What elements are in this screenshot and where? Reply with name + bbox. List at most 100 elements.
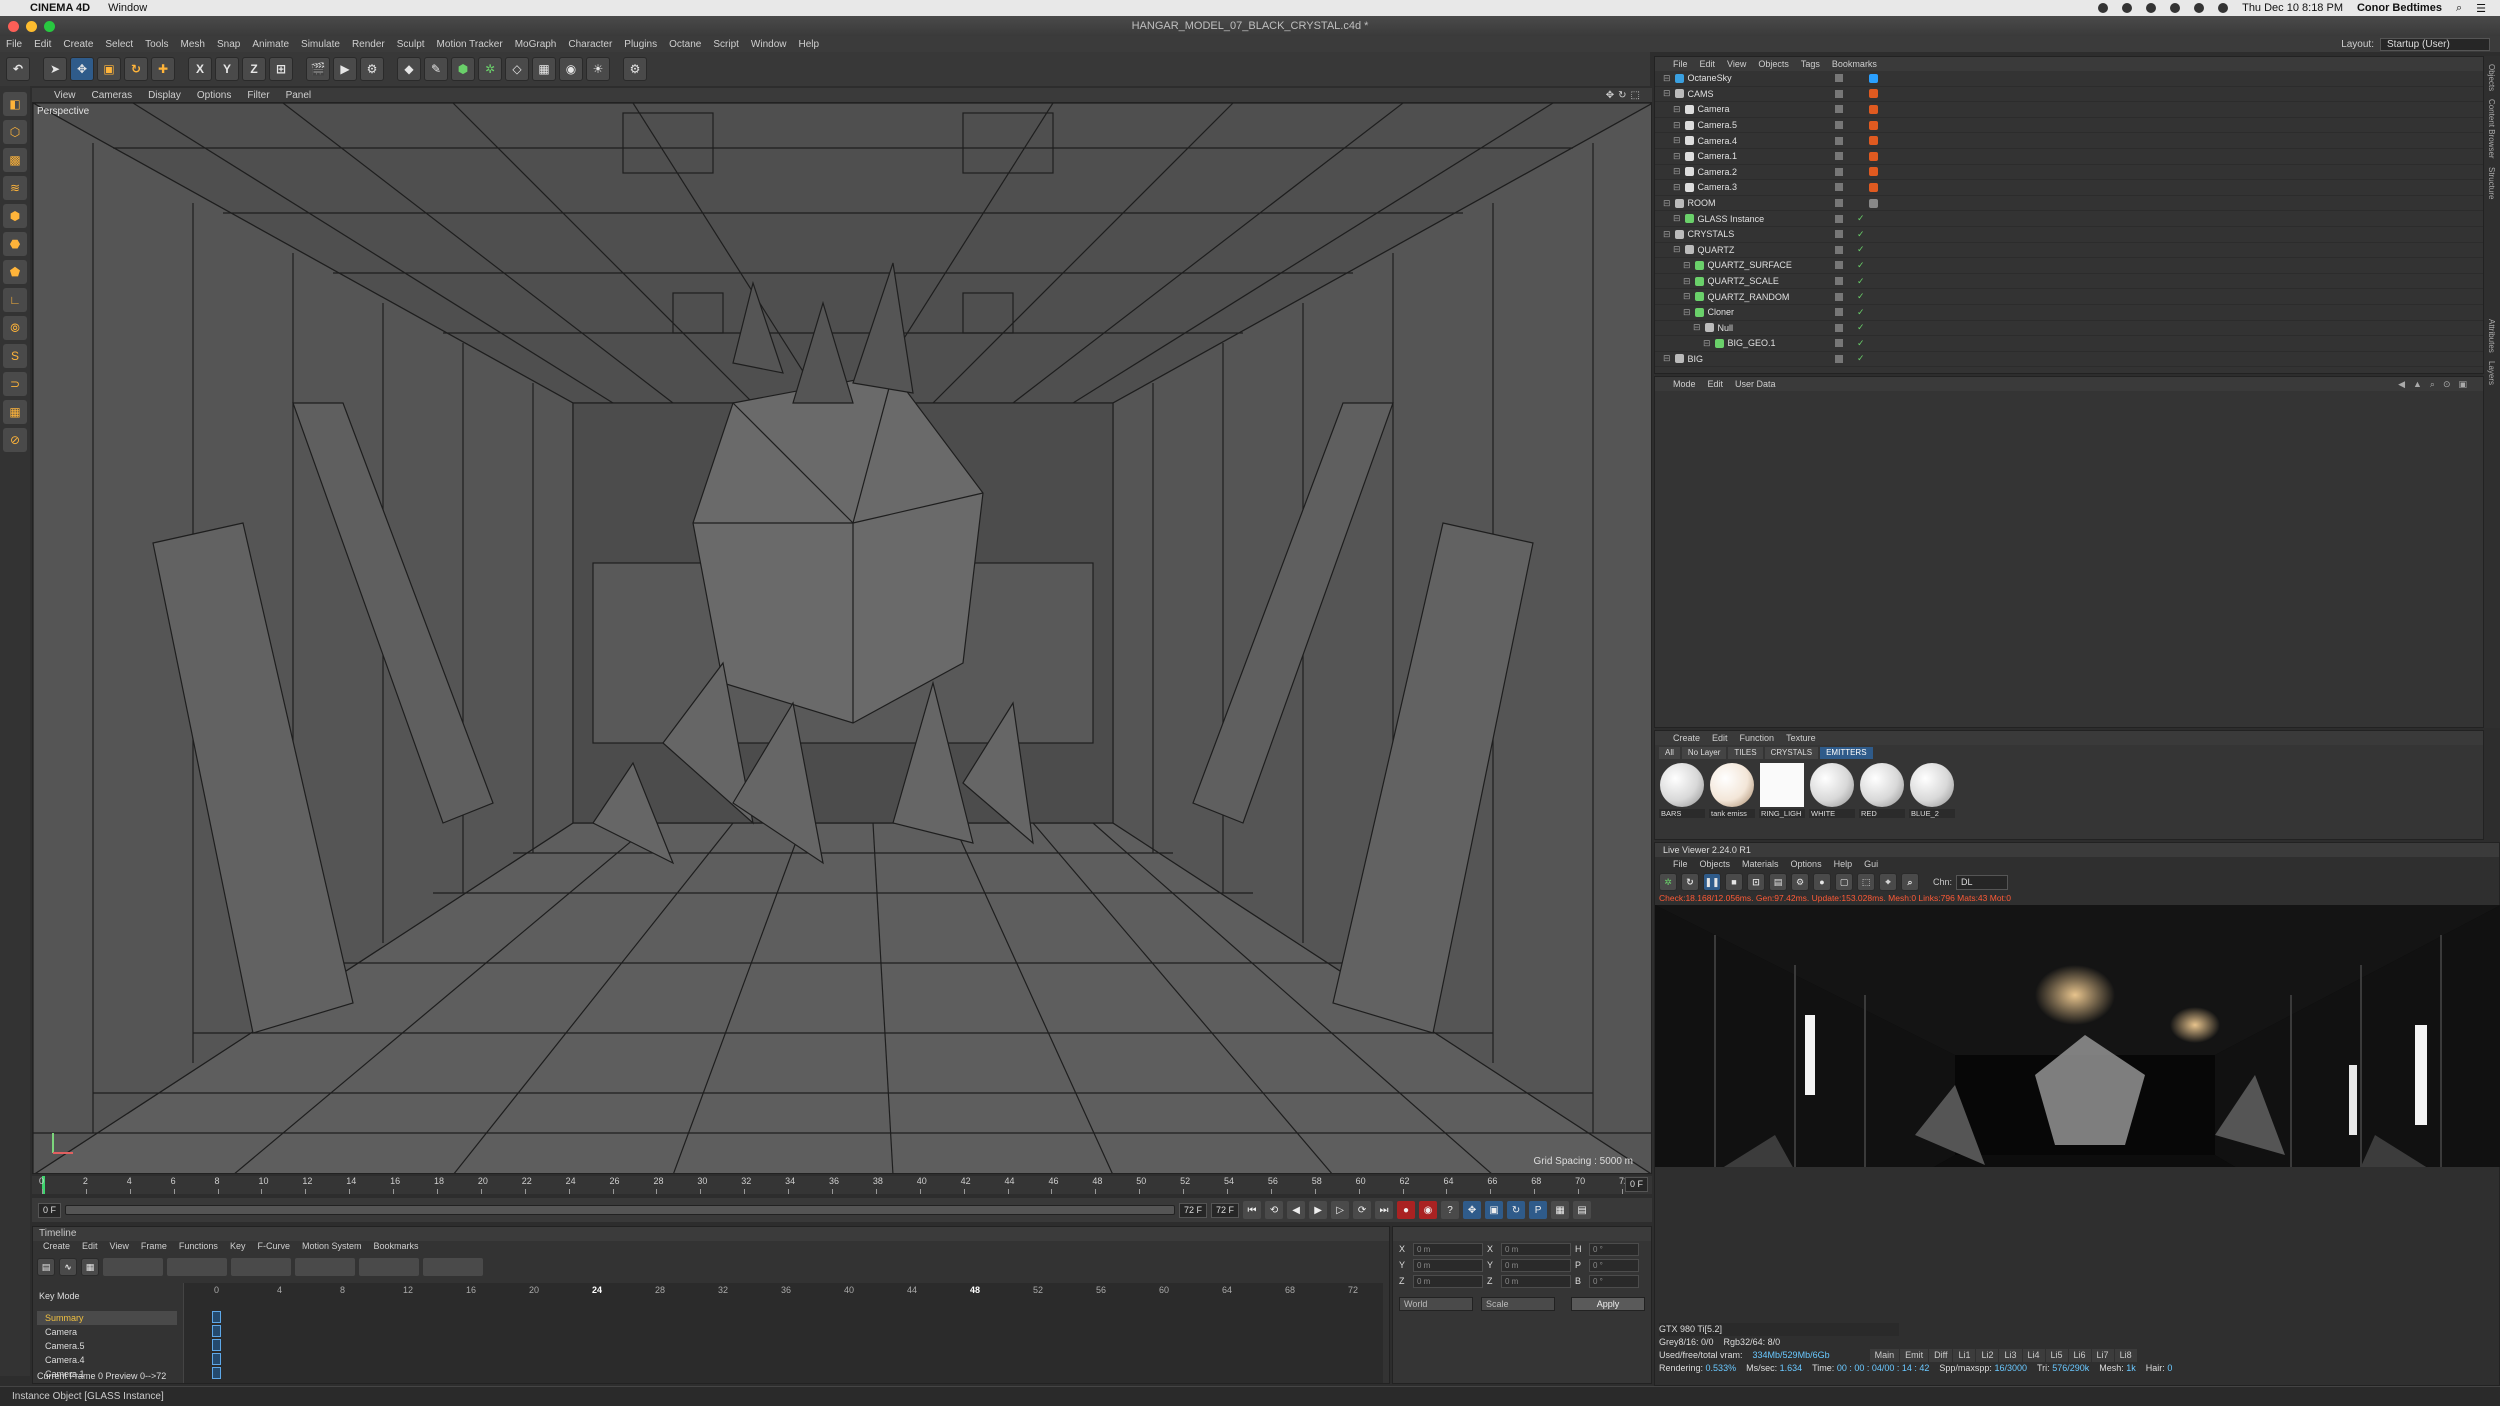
recent-tool-icon[interactable]: ✚ (151, 57, 175, 81)
lv-menu-file[interactable]: File (1673, 857, 1700, 871)
enabled-check-icon[interactable]: ✓ (1857, 322, 1865, 333)
object-row[interactable]: ⊟ QUARTZ_RANDOM ✓ (1655, 289, 2483, 305)
object-tag-icon[interactable] (1869, 198, 1878, 208)
viewport-menu-cameras[interactable]: Cameras (84, 90, 141, 101)
menu-edit[interactable]: Edit (28, 39, 57, 50)
spline-pen-icon[interactable]: ✎ (424, 57, 448, 81)
layer-swatch[interactable] (1835, 136, 1843, 145)
menu-mesh[interactable]: Mesh (175, 39, 211, 50)
lv-menu-help[interactable]: Help (1834, 857, 1865, 871)
menu-window[interactable]: Window (745, 39, 793, 50)
material-tab[interactable]: CRYSTALS (1764, 747, 1819, 759)
viewport-menu-filter[interactable]: Filter (239, 90, 277, 101)
keyframe-selection-icon[interactable]: ? (1441, 1201, 1460, 1219)
perspective-viewport[interactable]: Perspective Grid Spacing: 5000 m (32, 102, 1652, 1174)
visibility-flags[interactable] (1835, 89, 1843, 98)
layer-swatch[interactable] (1835, 261, 1843, 270)
visibility-flags[interactable] (1835, 167, 1843, 176)
keyframe[interactable] (212, 1311, 221, 1323)
expand-icon[interactable]: ⊟ (1673, 120, 1681, 131)
select-tool-icon[interactable]: ➤ (43, 57, 67, 81)
user-name[interactable]: Conor Bedtimes (2357, 2, 2442, 14)
size-z-field[interactable]: 0 m (1501, 1274, 1571, 1288)
menu-sculpt[interactable]: Sculpt (391, 39, 431, 50)
render-view-icon[interactable]: 🎬 (306, 57, 330, 81)
parameter-key-icon[interactable]: P (1529, 1201, 1548, 1219)
layer-swatch[interactable] (1835, 277, 1843, 286)
timeline-menu-edit[interactable]: Edit (82, 1241, 110, 1255)
go-to-end-icon[interactable]: ⏭ (1375, 1201, 1394, 1219)
wifi-icon[interactable] (2218, 3, 2229, 13)
settings-icon[interactable]: ⚙ (1791, 873, 1809, 891)
object-row[interactable]: ⊟ Null ✓ (1655, 321, 2483, 337)
om-menu-view[interactable]: View (1727, 57, 1758, 71)
nvidia-icon[interactable] (2146, 3, 2157, 13)
expand-icon[interactable]: ⊟ (1663, 73, 1671, 84)
close-window-button[interactable] (8, 20, 19, 32)
cube-primitive-icon[interactable]: ◆ (397, 57, 421, 81)
om-menu-bookmarks[interactable]: Bookmarks (1832, 57, 1889, 71)
timeline-menu-key[interactable]: Key (230, 1241, 258, 1255)
viewport-menu-options[interactable]: Options (189, 90, 239, 101)
pos-y-field[interactable]: 0 m (1413, 1258, 1483, 1272)
tweak-mode-icon[interactable]: ⦾ (3, 316, 27, 340)
size-mode-dropdown[interactable]: Scale (1481, 1297, 1555, 1311)
lock-resolution-icon[interactable]: ▤ (1769, 873, 1787, 891)
previous-frame-icon[interactable]: ◀ (1287, 1201, 1306, 1219)
material-tab[interactable]: TILES (1728, 747, 1763, 759)
channel-dropdown[interactable]: DL (1956, 874, 2009, 890)
axis-mode-icon[interactable]: ∟ (3, 288, 27, 312)
object-row[interactable]: ⊟ QUARTZ_SCALE ✓ (1655, 274, 2483, 290)
render-pass-tab[interactable]: Li5 (2045, 1349, 2068, 1362)
render-pass-tab[interactable]: Li6 (2068, 1349, 2091, 1362)
motion-mode-icon[interactable]: ▦ (81, 1258, 99, 1276)
object-row[interactable]: ⊟ Camera.2 (1655, 165, 2483, 181)
object-tag-icon[interactable] (1869, 136, 1878, 146)
object-row[interactable]: ⊟ Cloner ✓ (1655, 305, 2483, 321)
layer-swatch[interactable] (1835, 230, 1843, 239)
alert-icon[interactable] (2170, 3, 2181, 13)
enabled-check-icon[interactable]: ✓ (1857, 338, 1865, 349)
rot-b-field[interactable]: 0 ° (1589, 1274, 1639, 1288)
coord-system-dropdown[interactable]: World (1399, 1297, 1473, 1311)
object-row[interactable]: ⊟ QUARTZ_SURFACE ✓ (1655, 258, 2483, 274)
object-row[interactable]: ⊟ OctaneSky (1655, 71, 2483, 87)
expand-icon[interactable]: ⊟ (1673, 104, 1681, 115)
visibility-flags[interactable] (1835, 323, 1843, 332)
snap-icon[interactable]: S (3, 344, 27, 368)
move-tool-icon[interactable]: ✥ (70, 57, 94, 81)
lv-menu-options[interactable]: Options (1791, 857, 1834, 871)
render-pass-tab[interactable]: Li7 (2091, 1349, 2114, 1362)
start-frame-field[interactable]: 0 F (38, 1202, 62, 1218)
timeline-menu-frame[interactable]: Frame (141, 1241, 179, 1255)
minimize-window-button[interactable] (26, 20, 37, 32)
menu-render[interactable]: Render (346, 39, 391, 50)
material-swatch[interactable]: RING_LIGH (1759, 763, 1805, 818)
material-swatch[interactable]: BLUE_2 (1909, 763, 1955, 818)
lv-menu-objects[interactable]: Objects (1700, 857, 1743, 871)
lock-workplane-icon[interactable]: ⊘ (3, 428, 27, 452)
keyframe[interactable] (212, 1325, 221, 1337)
render-pass-tab[interactable]: Diff (1929, 1349, 1953, 1362)
expand-icon[interactable]: ⊟ (1693, 322, 1701, 333)
lock-icon[interactable]: ⊡ (1747, 873, 1765, 891)
go-to-start-icon[interactable]: ⏮ (1243, 1201, 1262, 1219)
menu-octane[interactable]: Octane (663, 39, 707, 50)
pos-z-field[interactable]: 0 m (1413, 1274, 1483, 1288)
object-tag-icon[interactable] (1869, 120, 1878, 130)
visibility-flags[interactable] (1835, 308, 1843, 317)
visibility-flags[interactable] (1835, 292, 1843, 301)
cloner-icon[interactable]: ✲ (478, 57, 502, 81)
camera-icon[interactable]: ◉ (559, 57, 583, 81)
mm-menu-edit[interactable]: Edit (1712, 731, 1740, 745)
expand-icon[interactable]: ⊟ (1673, 182, 1681, 193)
sync-icon[interactable] (2122, 3, 2133, 13)
pick-material-icon[interactable]: ⌕ (1901, 873, 1919, 891)
current-frame-field[interactable]: 0 F (1624, 1177, 1648, 1192)
visibility-flags[interactable] (1835, 339, 1843, 348)
record-icon[interactable]: ● (1397, 1201, 1416, 1219)
render-pass-tab[interactable]: Li3 (1999, 1349, 2022, 1362)
track-camera[interactable]: Camera (37, 1325, 177, 1339)
model-mode-icon[interactable]: ⬡ (3, 120, 27, 144)
enabled-check-icon[interactable]: ✓ (1857, 353, 1865, 364)
